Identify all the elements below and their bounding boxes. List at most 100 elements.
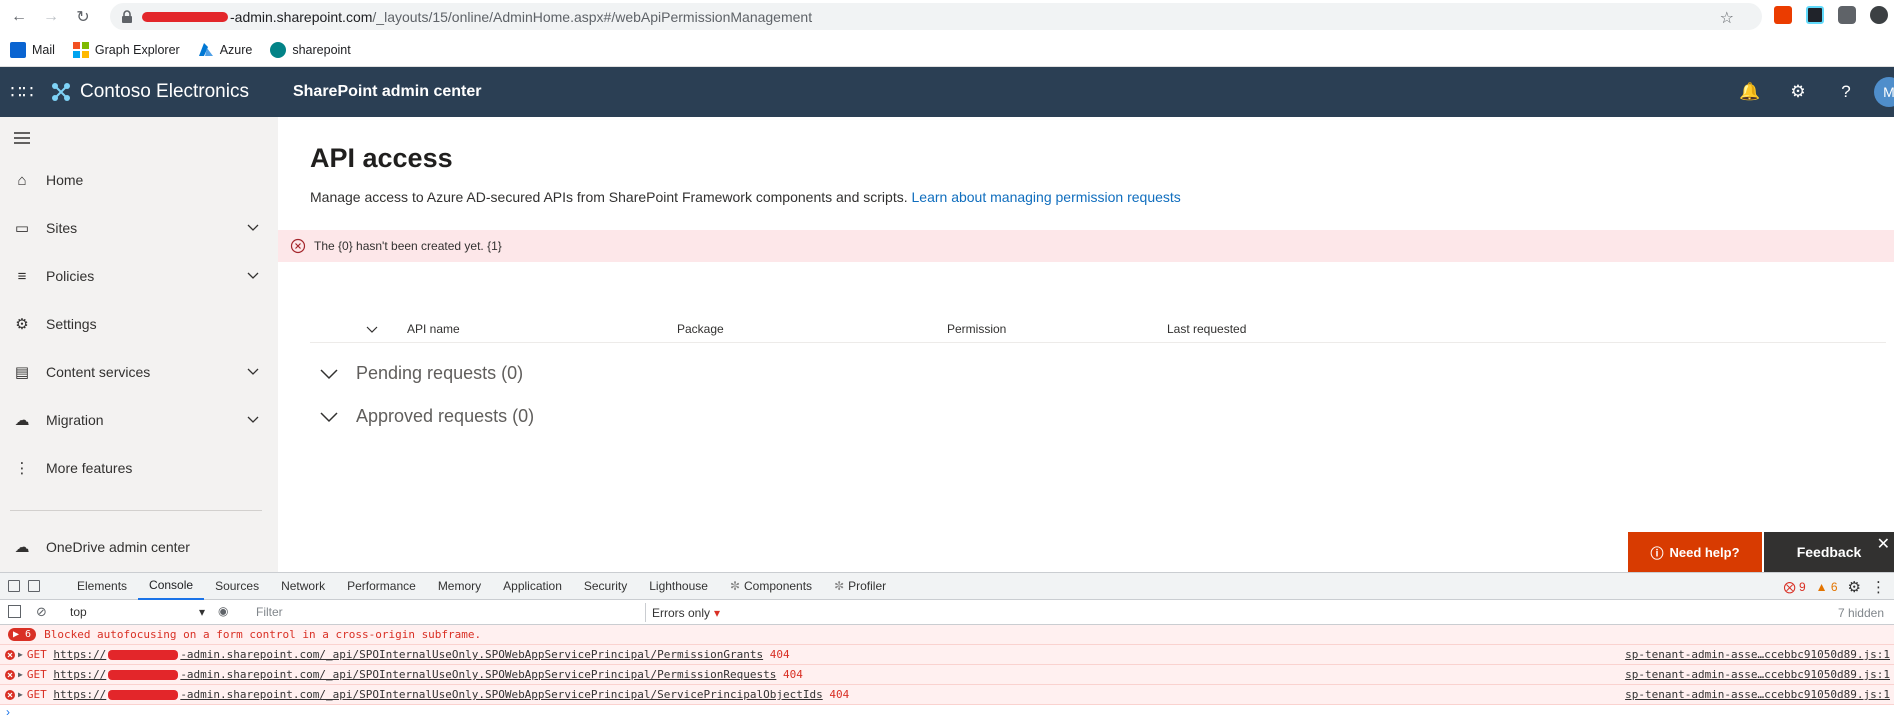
reload-icon[interactable]: ↻	[70, 4, 96, 30]
expand-triangle-icon[interactable]: ▶	[18, 650, 23, 659]
request-url[interactable]: https://-admin.sharepoint.com/_api/SPOIn…	[53, 668, 776, 681]
console-message[interactable]: ▶ GET https://-admin.sharepoint.com/_api…	[0, 685, 1894, 705]
need-help-button[interactable]: ⓘ Need help?	[1628, 532, 1762, 572]
console-message[interactable]: ▶ GET https://-admin.sharepoint.com/_api…	[0, 665, 1894, 685]
feedback-button[interactable]: Feedback ✕	[1764, 532, 1894, 572]
bookmark-azure[interactable]: Azure	[198, 42, 252, 58]
tab-network[interactable]: Network	[270, 573, 336, 600]
browser-toolbar: ← → ↻ -admin.sharepoint.com/_layouts/15/…	[0, 0, 1894, 33]
console-toolbar: ⊘ top ▾ ◉ Filter Errors only ▾ 7 hidden	[0, 600, 1894, 625]
column-package[interactable]: Package	[677, 322, 724, 336]
tab-sources[interactable]: Sources	[204, 573, 270, 600]
url-host: -admin.sharepoint.com	[230, 8, 373, 25]
brand[interactable]: Contoso Electronics	[50, 81, 249, 103]
tab-console[interactable]: Console	[138, 573, 205, 600]
source-link[interactable]: sp-tenant-admin-asse…ccebbc91050d89.js:1	[1625, 668, 1890, 681]
tab-memory[interactable]: Memory	[427, 573, 492, 600]
devtools-tab-bar: Elements Console Sources Network Perform…	[0, 573, 1894, 600]
tab-profiler[interactable]: ✼ Profiler	[823, 573, 897, 600]
react-icon: ✼	[729, 579, 741, 593]
main-content: API access Manage access to Azure AD-sec…	[278, 117, 1894, 572]
log-levels-dropdown[interactable]: Errors only ▾	[652, 600, 720, 625]
console-message[interactable]: ▶ 6 Blocked autofocusing on a form contr…	[0, 625, 1894, 645]
error-message-bar: The {0} hasn't been created yet. {1}	[278, 230, 1894, 262]
help-icon[interactable]: ?	[1822, 67, 1870, 117]
react-devtools-icon[interactable]	[1806, 6, 1824, 24]
request-url[interactable]: https://-admin.sharepoint.com/_api/SPOIn…	[53, 688, 822, 701]
bookmark-graph-explorer[interactable]: Graph Explorer	[72, 41, 180, 58]
nav-item-policies[interactable]: ≡ Policies	[0, 256, 278, 296]
sites-icon: ▭	[14, 220, 30, 237]
console-prompt[interactable]: ›	[0, 705, 1894, 721]
request-url[interactable]: https://-admin.sharepoint.com/_api/SPOIn…	[53, 648, 763, 661]
bookmark-sharepoint[interactable]: sharepoint	[270, 41, 351, 58]
policies-icon: ≡	[17, 267, 27, 285]
eye-icon[interactable]: ◉	[218, 604, 228, 618]
hamburger-icon[interactable]	[12, 131, 32, 145]
gear-icon[interactable]: ⚙	[1774, 67, 1822, 117]
source-link[interactable]: sp-tenant-admin-asse…ccebbc91050d89.js:1	[1625, 688, 1890, 701]
console-message[interactable]: ▶ GET https://-admin.sharepoint.com/_api…	[0, 645, 1894, 665]
puzzle-icon[interactable]	[1838, 6, 1856, 24]
profile-icon[interactable]	[1870, 6, 1888, 24]
redacted-tenant	[108, 670, 179, 680]
azure-icon	[198, 42, 213, 56]
tab-elements[interactable]: Elements	[66, 573, 138, 600]
tab-lighthouse[interactable]: Lighthouse	[638, 573, 719, 600]
office-extension-icon[interactable]	[1774, 6, 1792, 24]
collapse-all-icon[interactable]	[366, 325, 378, 334]
content-services-icon: ▤	[14, 364, 30, 381]
devtools-panel: Elements Console Sources Network Perform…	[0, 572, 1894, 721]
source-link[interactable]: sp-tenant-admin-asse…ccebbc91050d89.js:1	[1625, 648, 1890, 661]
app-name[interactable]: SharePoint admin center	[293, 83, 482, 101]
context-selector[interactable]: top ▾	[70, 605, 205, 619]
nav-item-more-features[interactable]: ⋮ More features	[0, 448, 278, 488]
group-pending-requests[interactable]: Pending requests (0)	[320, 363, 523, 384]
tab-security[interactable]: Security	[573, 573, 638, 600]
gear-icon: ⚙	[15, 316, 29, 333]
clear-console-icon[interactable]: ⊘	[36, 604, 47, 620]
close-icon[interactable]: ✕	[1877, 534, 1890, 554]
page-description: Manage access to Azure AD-secured APIs f…	[310, 189, 1181, 205]
nav-item-home[interactable]: ⌂ Home	[0, 160, 278, 200]
bookmark-mail[interactable]: Mail	[10, 41, 55, 58]
tab-application[interactable]: Application	[492, 573, 573, 600]
bookmark-star-icon[interactable]: ☆	[1720, 8, 1734, 28]
more-options-icon[interactable]: ⋮	[1871, 578, 1886, 596]
devtools-settings-icon[interactable]: ⚙	[1848, 578, 1861, 596]
tab-components[interactable]: ✼ Components	[719, 573, 823, 600]
app-launcher-icon[interactable]: ∷∷	[0, 67, 44, 117]
chevron-down-icon	[320, 411, 338, 422]
nav-item-settings[interactable]: ⚙ Settings	[0, 304, 278, 344]
dropdown-triangle-icon: ▾	[198, 605, 205, 619]
back-icon[interactable]: ←	[6, 4, 32, 30]
nav-item-content-services[interactable]: ▤ Content services	[0, 352, 278, 392]
avatar[interactable]: M	[1874, 77, 1894, 107]
column-permission[interactable]: Permission	[947, 322, 1006, 336]
expand-triangle-icon[interactable]: ▶	[18, 690, 23, 699]
filter-input[interactable]: Filter	[248, 603, 646, 622]
microsoft-icon	[72, 41, 89, 58]
nav-item-migration[interactable]: ☁ Migration	[0, 400, 278, 440]
tab-performance[interactable]: Performance	[336, 573, 427, 600]
warning-count-badge[interactable]: ▲ 6	[1816, 580, 1838, 594]
left-navigation: ⌂ Home ▭ Sites ≡ Policies ⚙ Settings ▤ C…	[0, 117, 278, 572]
column-api-name[interactable]: API name	[407, 322, 460, 336]
learn-more-link[interactable]: Learn about managing permission requests	[912, 189, 1181, 205]
expand-triangle-icon[interactable]: ▶	[18, 670, 23, 679]
repeat-count-badge: ▶ 6	[8, 628, 37, 641]
device-toggle-icon[interactable]	[28, 580, 40, 592]
brand-name: Contoso Electronics	[80, 81, 249, 102]
error-count-badge[interactable]: ⨂ 9	[1784, 580, 1806, 594]
inspect-icon[interactable]	[8, 580, 20, 592]
bell-icon[interactable]: 🔔	[1726, 67, 1774, 117]
nav-item-onedrive-admin[interactable]: ☁ OneDrive admin center	[0, 527, 278, 567]
group-approved-requests[interactable]: Approved requests (0)	[320, 406, 534, 427]
column-last-requested[interactable]: Last requested	[1167, 322, 1246, 336]
forward-icon[interactable]: →	[38, 4, 64, 30]
hidden-messages-count: 7 hidden	[1837, 606, 1884, 620]
home-icon: ⌂	[17, 171, 27, 189]
sidebar-toggle-icon[interactable]	[8, 605, 21, 618]
address-bar[interactable]: -admin.sharepoint.com/_layouts/15/online…	[110, 3, 1762, 30]
nav-item-sites[interactable]: ▭ Sites	[0, 208, 278, 248]
